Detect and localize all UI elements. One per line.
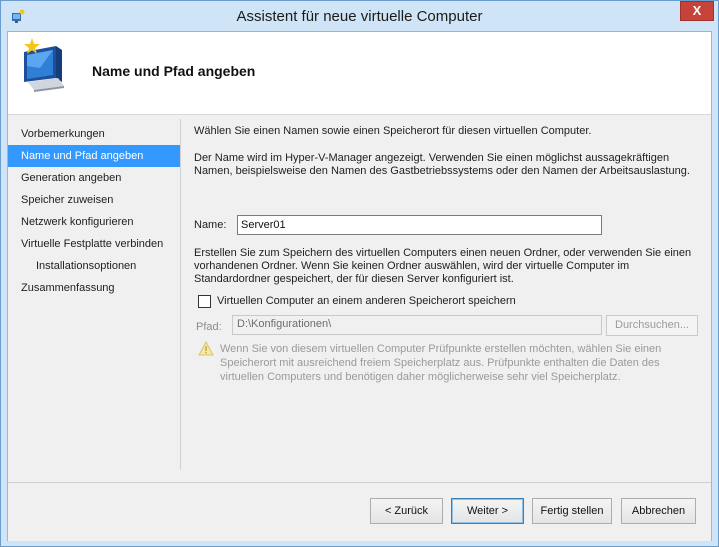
nav-item-vorbemerkungen[interactable]: Vorbemerkungen — [8, 123, 180, 145]
nav-item-installationsoptionen[interactable]: Installationsoptionen — [8, 255, 180, 277]
nav-item-netzwerk[interactable]: Netzwerk konfigurieren — [8, 211, 180, 233]
nav-item-generation[interactable]: Generation angeben — [8, 167, 180, 189]
folder-line-3: Standardordner gespeichert, der für dies… — [194, 273, 514, 285]
close-button[interactable]: X — [680, 1, 714, 21]
browse-button[interactable]: Durchsuchen... — [606, 315, 698, 336]
name-label: Name: — [194, 219, 227, 231]
folder-line-1: Erstellen Sie zum Speichern des virtuell… — [194, 247, 692, 259]
warning-line-1: Wenn Sie von diesem virtuellen Computer … — [220, 343, 662, 355]
nav-item-name-und-pfad[interactable]: Name und Pfad angeben — [8, 145, 180, 167]
nav-item-festplatte[interactable]: Virtuelle Festplatte verbinden — [8, 233, 180, 255]
nav-divider — [180, 119, 181, 470]
warning-icon — [198, 341, 214, 356]
description-line-2: Namen, beispielsweise den Namen des Gast… — [194, 165, 690, 177]
wizard-body: Vorbemerkungen Name und Pfad angeben Gen… — [8, 115, 711, 482]
step-navigation: Vorbemerkungen Name und Pfad angeben Gen… — [8, 123, 180, 299]
folder-line-2: vorhandenen Ordner. Wenn Sie keinen Ordn… — [194, 260, 630, 272]
path-input[interactable]: D:\Konfigurationen\ — [232, 315, 602, 335]
wizard-client: Name und Pfad angeben Vorbemerkungen Nam… — [7, 31, 712, 541]
nav-item-speicher[interactable]: Speicher zuweisen — [8, 189, 180, 211]
different-location-label[interactable]: Virtuellen Computer an einem anderen Spe… — [217, 295, 516, 308]
title-bar[interactable]: Assistent für neue virtuelle Computer X — [1, 1, 718, 31]
next-button[interactable]: Weiter > — [451, 498, 524, 524]
new-virtual-machine-icon — [24, 38, 64, 92]
page-title: Name und Pfad angeben — [92, 63, 256, 79]
wizard-header: Name und Pfad angeben — [8, 32, 711, 114]
name-input[interactable] — [237, 215, 602, 235]
description-line-1: Der Name wird im Hyper-V-Manager angezei… — [194, 152, 670, 164]
finish-button[interactable]: Fertig stellen — [532, 498, 612, 524]
nav-item-zusammenfassung[interactable]: Zusammenfassung — [8, 277, 180, 299]
intro-text: Wählen Sie einen Namen sowie einen Speic… — [194, 125, 592, 137]
wizard-window: Assistent für neue virtuelle Computer X … — [0, 0, 719, 547]
back-button[interactable]: < Zurück — [370, 498, 443, 524]
warning-line-2: Speicherort mit ausreichend freiem Speic… — [220, 357, 660, 369]
window-title: Assistent für neue virtuelle Computer — [236, 8, 483, 25]
path-label: Pfad: — [196, 321, 222, 333]
cancel-button[interactable]: Abbrechen — [621, 498, 696, 524]
wizard-footer: < Zurück Weiter > Fertig stellen Abbrech… — [8, 483, 711, 541]
warning-line-3: virtuellen Computers und benötigen daher… — [220, 371, 621, 383]
different-location-checkbox[interactable] — [198, 295, 211, 308]
